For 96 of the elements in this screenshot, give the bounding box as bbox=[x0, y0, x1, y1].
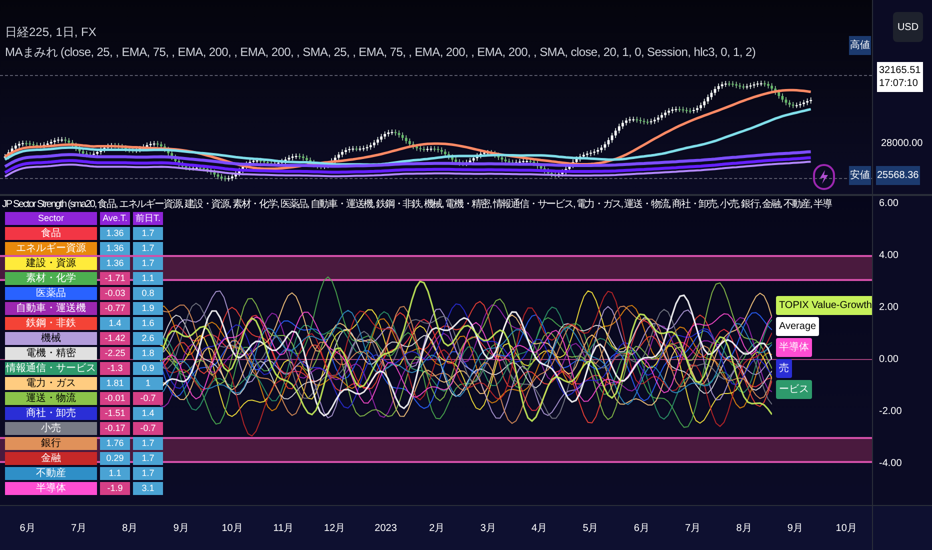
series-end-label: 売 bbox=[776, 359, 792, 378]
time-axis-label: 3月 bbox=[480, 522, 496, 536]
indicator-title: JP Sector Strength (sma20, 食品, エネルギー資源, 建設・資源, 素材・化学, 医薬品, 自動車・運送機, 鉄鋼・非鉄, 機械, 電機・精密, 情報通信・サービス, 電力・ガス, 運送・物流, 商社・卸売, 小売, 銀行, 金融, 不動産, 半導 bbox=[2, 198, 832, 212]
low-price-tag: 安値 bbox=[849, 166, 871, 185]
sector-label: 小売 bbox=[5, 422, 97, 435]
average-strength-cell: 1.1 bbox=[100, 467, 130, 480]
average-strength-cell: -2.25 bbox=[100, 347, 130, 360]
average-strength-cell: -1.9 bbox=[100, 482, 130, 495]
average-strength-cell: -1.3 bbox=[100, 362, 130, 375]
sector-label: 自動車・運送機 bbox=[5, 302, 97, 315]
sector-label: 情報通信・サービス bbox=[5, 362, 97, 375]
average-strength-cell: -1.51 bbox=[100, 407, 130, 420]
currency-button[interactable]: USD bbox=[893, 12, 923, 42]
previous-day-strength-cell: 0.9 bbox=[133, 362, 163, 375]
previous-day-strength-cell: -0.7 bbox=[133, 392, 163, 405]
series-end-label: Average bbox=[776, 317, 820, 336]
sector-label: エネルギー資源 bbox=[5, 242, 97, 255]
axis-tick: 6.00 bbox=[879, 197, 898, 211]
average-strength-cell: 1.36 bbox=[100, 227, 130, 240]
previous-day-strength-cell: 1.7 bbox=[133, 227, 163, 240]
sector-label: 銀行 bbox=[5, 437, 97, 450]
time-axis-label: 6月 bbox=[634, 522, 650, 536]
average-strength-cell: 1.76 bbox=[100, 437, 130, 450]
sector-label: 素材・化学 bbox=[5, 272, 97, 285]
time-axis-label: 9月 bbox=[173, 522, 189, 536]
column-header: 前日T. bbox=[133, 212, 163, 225]
time-axis-label: 8月 bbox=[736, 522, 752, 536]
time-axis-label: 5月 bbox=[582, 522, 598, 536]
sector-label: 鉄鋼・非鉄 bbox=[5, 317, 97, 330]
average-strength-cell: 1.36 bbox=[100, 242, 130, 255]
previous-day-strength-cell: 1.7 bbox=[133, 437, 163, 450]
previous-day-strength-cell: 0.8 bbox=[133, 287, 163, 300]
time-axis-label: 2023 bbox=[374, 522, 397, 536]
average-strength-cell: 0.29 bbox=[100, 452, 130, 465]
average-strength-cell: 1.81 bbox=[100, 377, 130, 390]
previous-day-strength-cell: 1.6 bbox=[133, 317, 163, 330]
average-strength-cell: -1.71 bbox=[100, 272, 130, 285]
last-price: 32165.51 bbox=[879, 64, 921, 77]
axis-tick: -4.00 bbox=[879, 457, 902, 471]
previous-day-strength-cell: 1.4 bbox=[133, 407, 163, 420]
previous-day-strength-cell: 1.1 bbox=[133, 272, 163, 285]
axis-tick: 4.00 bbox=[879, 249, 898, 263]
time-axis-label: 10月 bbox=[836, 522, 857, 536]
symbol-title: 日経225, 1日, FX bbox=[5, 24, 96, 41]
previous-day-strength-cell: 1.7 bbox=[133, 467, 163, 480]
average-strength-cell: -0.01 bbox=[100, 392, 130, 405]
previous-day-strength-cell: 1.7 bbox=[133, 257, 163, 270]
previous-day-strength-cell: 1.8 bbox=[133, 347, 163, 360]
time-axis-label: 12月 bbox=[324, 522, 346, 536]
axis-tick: 2.00 bbox=[879, 301, 898, 315]
column-header: Ave.T. bbox=[100, 212, 130, 225]
indicator-legend: MAまみれ (close, 25, , EMA, 75, , EMA, 200, , EMA, 200, , SMA, 25, , EMA, 75, , EMA, 200, , EMA, 200, , SMA, close, 20, 1, 0, Session, hlc3, 0, 1, 2) bbox=[5, 43, 756, 61]
average-strength-cell: -0.03 bbox=[100, 287, 130, 300]
previous-day-strength-cell: 2.6 bbox=[133, 332, 163, 345]
average-strength-cell: -0.17 bbox=[100, 422, 130, 435]
sector-label: 電機・精密 bbox=[5, 347, 97, 360]
time-axis-label: 8月 bbox=[122, 522, 138, 536]
lightning-icon[interactable] bbox=[813, 164, 835, 190]
axis-tick: 0.00 bbox=[879, 353, 898, 367]
previous-day-strength-cell: 1.9 bbox=[133, 302, 163, 315]
sector-label: 医薬品 bbox=[5, 287, 97, 300]
sector-label: 半導体 bbox=[5, 482, 97, 495]
sector-label: 電力・ガス bbox=[5, 377, 97, 390]
time-axis-label: 10月 bbox=[222, 522, 243, 536]
sector-label: 商社・卸売 bbox=[5, 407, 97, 420]
time-axis-label: 6月 bbox=[20, 522, 36, 536]
average-strength-cell: 1.4 bbox=[100, 317, 130, 330]
time-axis-label: 2月 bbox=[429, 522, 445, 536]
previous-day-strength-cell: 1.7 bbox=[133, 242, 163, 255]
axis-tick: -2.00 bbox=[879, 405, 902, 419]
sector-label: 機械 bbox=[5, 332, 97, 345]
average-strength-cell: 1.36 bbox=[100, 257, 130, 270]
low-price-label: 25568.36 bbox=[876, 166, 920, 185]
time-axis-label: 11月 bbox=[273, 522, 294, 536]
sector-label: 食品 bbox=[5, 227, 97, 240]
sector-label: 不動産 bbox=[5, 467, 97, 480]
previous-day-strength-cell: 1.7 bbox=[133, 452, 163, 465]
series-end-label: 半導体 bbox=[776, 338, 812, 357]
sector-label: 建設・資源 bbox=[5, 257, 97, 270]
series-end-label: TOPIX Value-Growth bbox=[776, 296, 875, 315]
previous-day-strength-cell: -0.7 bbox=[133, 422, 163, 435]
average-strength-cell: -1.42 bbox=[100, 332, 130, 345]
time-axis-label: 4月 bbox=[532, 522, 548, 536]
time-axis-label: 9月 bbox=[787, 522, 803, 536]
time-axis-label: 7月 bbox=[70, 522, 87, 536]
previous-day-strength-cell: 1 bbox=[133, 377, 163, 390]
previous-day-strength-cell: 3.1 bbox=[133, 482, 163, 495]
sector-label: 金融 bbox=[5, 452, 97, 465]
bar-countdown: 17:07:10 bbox=[879, 77, 919, 90]
price-tick: 28000.00 bbox=[881, 137, 923, 151]
high-price-tag: 高値 bbox=[849, 36, 871, 55]
average-strength-cell: -0.77 bbox=[100, 302, 130, 315]
column-header: Sector bbox=[5, 212, 97, 225]
sector-label: 運送・物流 bbox=[5, 392, 97, 405]
series-end-label: ービス bbox=[776, 380, 812, 399]
time-axis-label: 7月 bbox=[685, 522, 701, 536]
